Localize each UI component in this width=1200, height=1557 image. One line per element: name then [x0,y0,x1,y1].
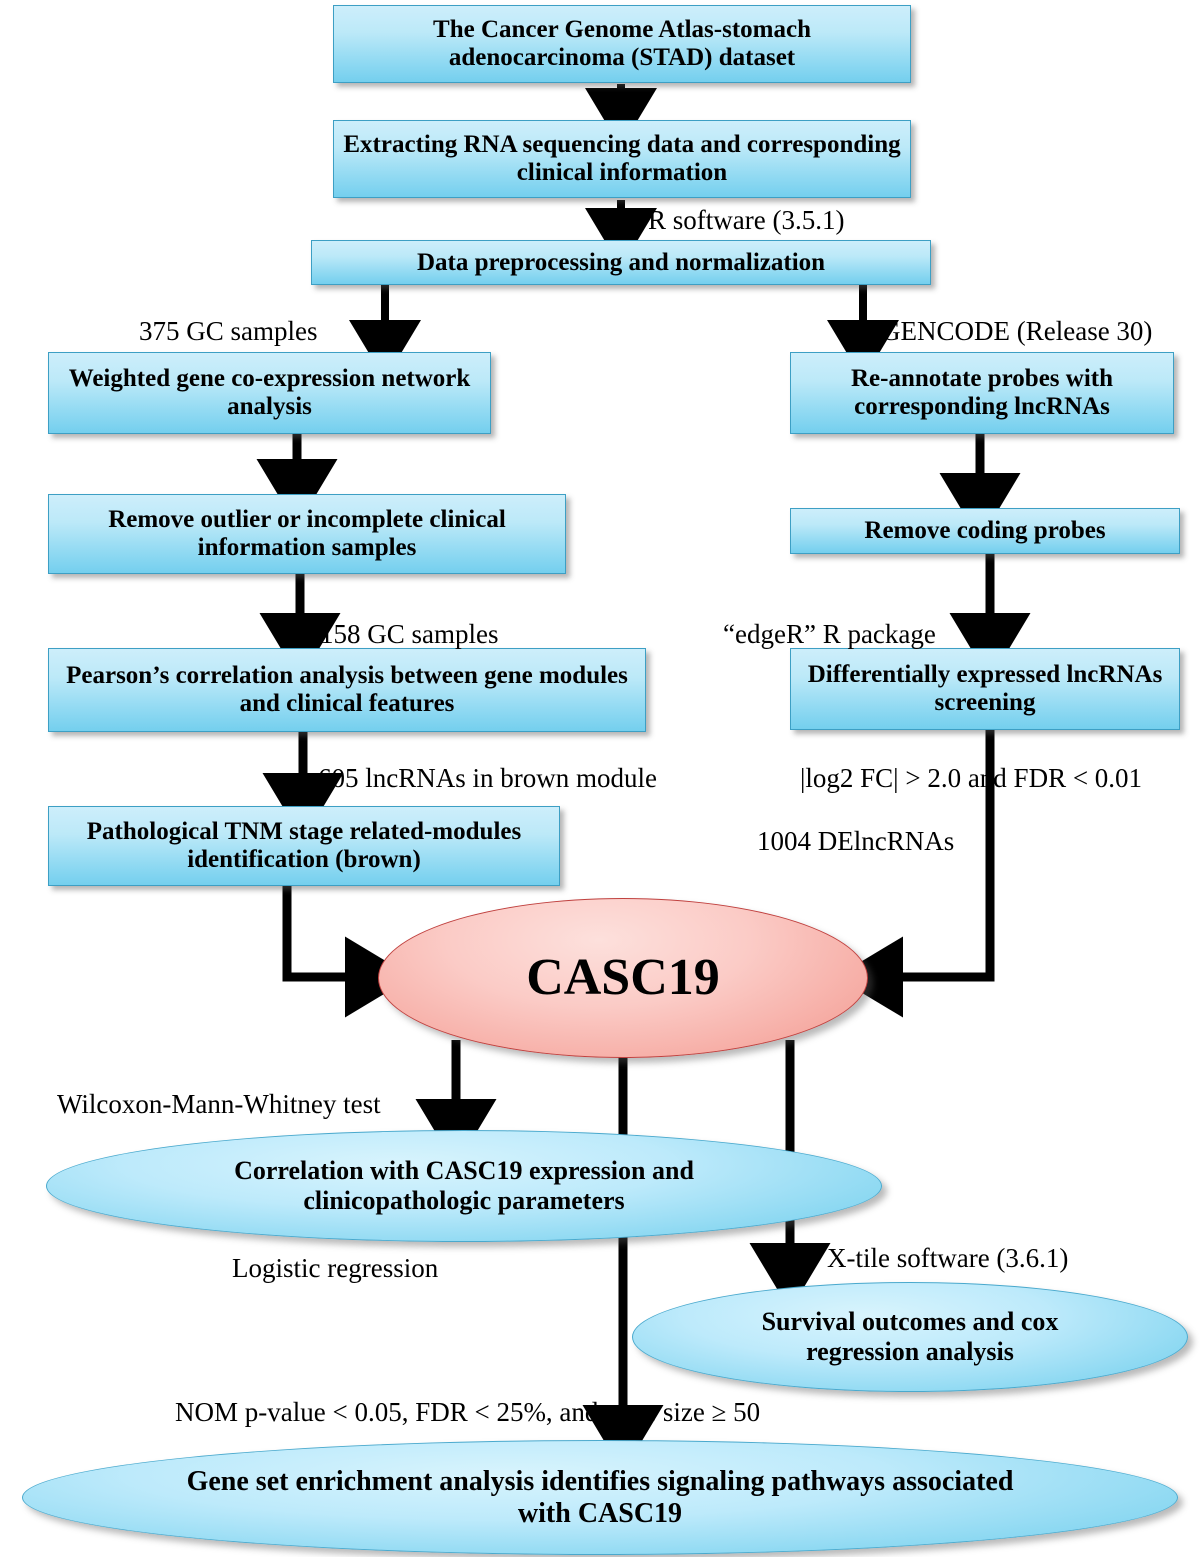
node-reannotate-probes[interactable]: Re-annotate probes with corresponding ln… [790,352,1174,434]
node-tcga-dataset[interactable]: The Cancer Genome Atlas-stomach adenocar… [333,5,911,83]
node-casc19[interactable]: CASC19 [378,898,868,1058]
edge-label-logistic-regression: Logistic regression [232,1253,439,1283]
node-correlation-clinicopathologic[interactable]: Correlation with CASC19 expression and c… [46,1130,882,1242]
node-wgcna[interactable]: Weighted gene co-expression network anal… [48,352,491,434]
arrow-tnm-to-casc19 [282,872,413,1018]
edge-label-gsea-criteria: NOM p-value < 0.05, FDR < 25%, and gene … [175,1397,761,1427]
edge-label-log2fc-fdr: |log2 FC| > 2.0 and FDR < 0.01 [800,763,1143,793]
edge-label-gencode-release: GENCODE (Release 30) [881,316,1153,346]
edge-label-375-gc-samples: 375 GC samples [139,316,318,346]
node-remove-coding-probes[interactable]: Remove coding probes [790,508,1180,554]
edge-label-xtile-software: X-tile software (3.6.1) [827,1243,1069,1273]
flowchart-canvas: The Cancer Genome Atlas-stomach adenocar… [0,0,1200,1557]
edge-label-edger-package: “edgeR” R package [723,619,936,649]
edge-label-158-gc-samples: 158 GC samples [320,619,499,649]
node-survival-cox-regression[interactable]: Survival outcomes and cox regression ana… [632,1282,1188,1392]
node-gsea-signaling-pathways[interactable]: Gene set enrichment analysis identifies … [22,1440,1178,1555]
node-tnm-stage-modules[interactable]: Pathological TNM stage related-modules i… [48,806,560,886]
edge-label-wilcoxon-test: Wilcoxon-Mann-Whitney test [57,1089,381,1119]
node-pearson-correlation[interactable]: Pearson’s correlation analysis between g… [48,648,646,732]
edge-label-605-lncrnas-brown-module: 605 lncRNAs in brown module [318,763,657,793]
node-remove-outlier-samples[interactable]: Remove outlier or incomplete clinical in… [48,494,566,574]
node-data-preprocessing[interactable]: Data preprocessing and normalization [311,240,931,285]
node-de-lncrnas-screening[interactable]: Differentially expressed lncRNAs screeni… [790,648,1180,730]
node-extract-rna[interactable]: Extracting RNA sequencing data and corre… [333,120,911,198]
edge-label-1004-delncrnas: 1004 DElncRNAs [757,826,955,856]
edge-label-r-software: R software (3.5.1) [648,205,845,235]
